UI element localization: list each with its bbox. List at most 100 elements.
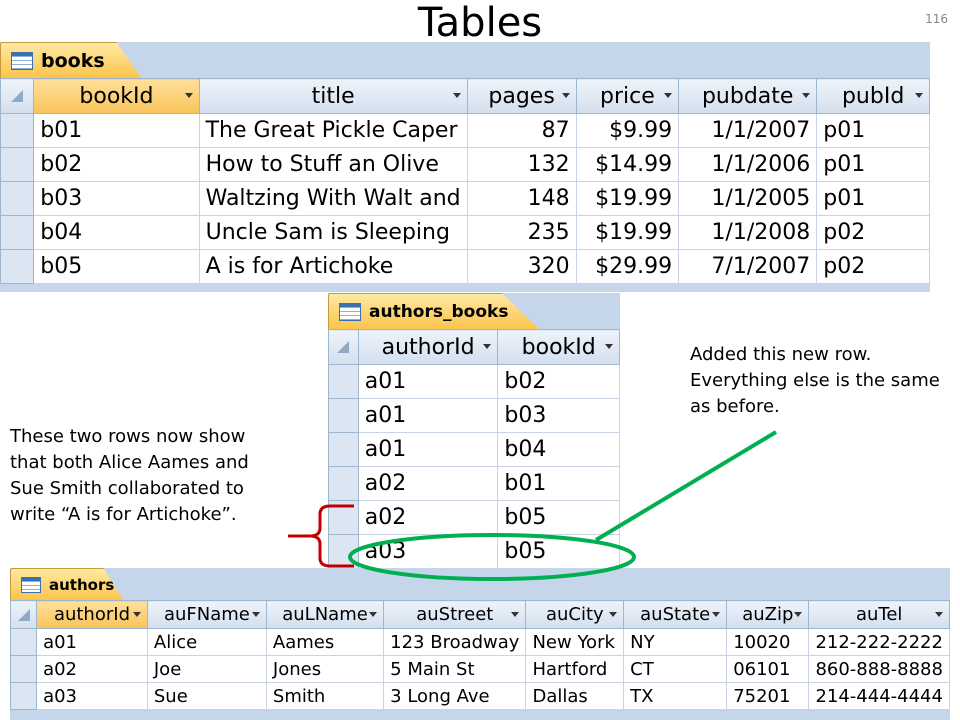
authors-tab[interactable]: authors: [10, 568, 124, 601]
cell-austate[interactable]: CT: [623, 655, 728, 683]
cell-aucity[interactable]: Hartford: [525, 655, 625, 683]
column-header-auzip[interactable]: auZip: [726, 600, 810, 629]
cell-authorid[interactable]: a03: [36, 682, 148, 710]
cell-austreet[interactable]: 5 Main St: [383, 655, 527, 683]
cell-price[interactable]: $19.99: [575, 181, 680, 216]
row-selector[interactable]: [328, 534, 359, 569]
row-selector[interactable]: [328, 398, 359, 433]
cell-authorid[interactable]: a01: [357, 432, 499, 467]
cell-pages[interactable]: 235: [466, 215, 577, 250]
column-header-austate[interactable]: auState: [623, 600, 728, 629]
column-header-aulname[interactable]: auLName: [265, 600, 385, 629]
cell-price[interactable]: $14.99: [575, 147, 680, 182]
chevron-down-icon[interactable]: [794, 611, 803, 617]
column-header-authorid[interactable]: authorId: [357, 329, 499, 365]
cell-title[interactable]: Waltzing With Walt and: [198, 181, 468, 216]
chevron-down-icon[interactable]: [915, 93, 923, 98]
authors-books-tab[interactable]: authors_books: [328, 293, 540, 330]
column-header-aufname[interactable]: auFName: [146, 600, 267, 629]
cell-pages[interactable]: 132: [466, 147, 577, 182]
cell-authorid[interactable]: a01: [357, 398, 499, 433]
cell-bookid[interactable]: b04: [33, 215, 200, 250]
column-header-authorid[interactable]: authorId: [36, 600, 148, 629]
cell-bookid[interactable]: b02: [33, 147, 200, 182]
cell-pubid[interactable]: p02: [816, 249, 930, 284]
cell-austreet[interactable]: 3 Long Ave: [383, 682, 527, 710]
cell-price[interactable]: $29.99: [575, 249, 680, 284]
cell-bookid[interactable]: b05: [33, 249, 200, 284]
cell-title[interactable]: A is for Artichoke: [198, 249, 468, 284]
cell-authorid[interactable]: a02: [36, 655, 148, 683]
table-row[interactable]: a01 b02: [328, 364, 620, 399]
cell-title[interactable]: How to Stuff an Olive: [198, 147, 468, 182]
column-header-price[interactable]: price: [575, 78, 680, 114]
row-selector[interactable]: [0, 249, 35, 284]
cell-title[interactable]: The Great Pickle Caper: [198, 113, 468, 148]
cell-authorid[interactable]: a01: [357, 364, 499, 399]
column-header-austreet[interactable]: auStreet: [383, 600, 527, 629]
row-selector[interactable]: [10, 655, 38, 683]
cell-price[interactable]: $9.99: [575, 113, 680, 148]
chevron-down-icon[interactable]: [369, 611, 378, 617]
cell-pubdate[interactable]: 1/1/2006: [678, 147, 818, 182]
chevron-down-icon[interactable]: [712, 611, 721, 617]
column-header-pubid[interactable]: pubId: [816, 78, 930, 114]
table-row[interactable]: a01 b03: [328, 398, 620, 433]
table-row[interactable]: a03 b05: [328, 534, 620, 569]
cell-bookid[interactable]: b01: [497, 466, 620, 501]
cell-auzip[interactable]: 10020: [726, 628, 810, 656]
table-row[interactable]: a02 b05: [328, 500, 620, 535]
column-header-bookid[interactable]: bookId: [497, 329, 620, 365]
books-tab[interactable]: books: [0, 42, 142, 79]
cell-authorid[interactable]: a01: [36, 628, 148, 656]
cell-autel[interactable]: 212-222-2222: [808, 628, 950, 656]
cell-pages[interactable]: 320: [466, 249, 577, 284]
cell-austate[interactable]: NY: [623, 628, 728, 656]
row-selector[interactable]: [0, 147, 35, 182]
cell-aulname[interactable]: Aames: [265, 628, 385, 656]
select-all-corner[interactable]: [328, 329, 359, 365]
cell-aufname[interactable]: Joe: [146, 655, 267, 683]
cell-autel[interactable]: 214-444-4444: [808, 682, 950, 710]
chevron-down-icon[interactable]: [561, 93, 570, 98]
cell-pubdate[interactable]: 1/1/2007: [678, 113, 818, 148]
table-row[interactable]: a01 b04: [328, 432, 620, 467]
row-selector[interactable]: [0, 181, 35, 216]
cell-bookid[interactable]: b02: [497, 364, 620, 399]
cell-auzip[interactable]: 75201: [726, 682, 810, 710]
cell-autel[interactable]: 860-888-8888: [808, 655, 950, 683]
column-header-title[interactable]: title: [198, 78, 468, 114]
row-selector[interactable]: [328, 500, 359, 535]
select-all-corner[interactable]: [10, 600, 38, 629]
cell-bookid[interactable]: b01: [33, 113, 200, 148]
cell-pubdate[interactable]: 1/1/2008: [678, 215, 818, 250]
cell-authorid[interactable]: a02: [357, 466, 499, 501]
cell-bookid[interactable]: b05: [497, 534, 620, 569]
cell-aulname[interactable]: Smith: [265, 682, 385, 710]
cell-pubid[interactable]: p01: [816, 113, 930, 148]
cell-aucity[interactable]: Dallas: [525, 682, 625, 710]
cell-aucity[interactable]: New York: [525, 628, 625, 656]
cell-pages[interactable]: 87: [466, 113, 577, 148]
cell-austreet[interactable]: 123 Broadway: [383, 628, 527, 656]
cell-bookid[interactable]: b03: [497, 398, 620, 433]
table-row[interactable]: a02 Joe Jones 5 Main St Hartford CT 06101 860-8…: [10, 655, 950, 683]
row-selector[interactable]: [328, 364, 359, 399]
row-selector[interactable]: [0, 215, 35, 250]
table-row[interactable]: b04 Uncle Sam is Sleeping 235 $19.99 1/1/200…: [0, 215, 930, 250]
row-selector[interactable]: [0, 113, 35, 148]
column-header-bookid[interactable]: bookId: [33, 78, 200, 114]
cell-authorid[interactable]: a03: [357, 534, 499, 569]
cell-authorid[interactable]: a02: [357, 500, 499, 535]
table-row[interactable]: b05 A is for Artichoke 320 $29.99 7/1/2007 p0…: [0, 249, 930, 284]
cell-austate[interactable]: TX: [623, 682, 728, 710]
column-header-pages[interactable]: pages: [466, 78, 577, 114]
cell-bookid[interactable]: b04: [497, 432, 620, 467]
cell-bookid[interactable]: b03: [33, 181, 200, 216]
row-selector[interactable]: [328, 466, 359, 501]
cell-aufname[interactable]: Sue: [146, 682, 267, 710]
column-header-pubdate[interactable]: pubdate: [678, 78, 818, 114]
chevron-down-icon[interactable]: [132, 611, 141, 617]
cell-pubdate[interactable]: 7/1/2007: [678, 249, 818, 284]
chevron-down-icon[interactable]: [483, 344, 492, 349]
